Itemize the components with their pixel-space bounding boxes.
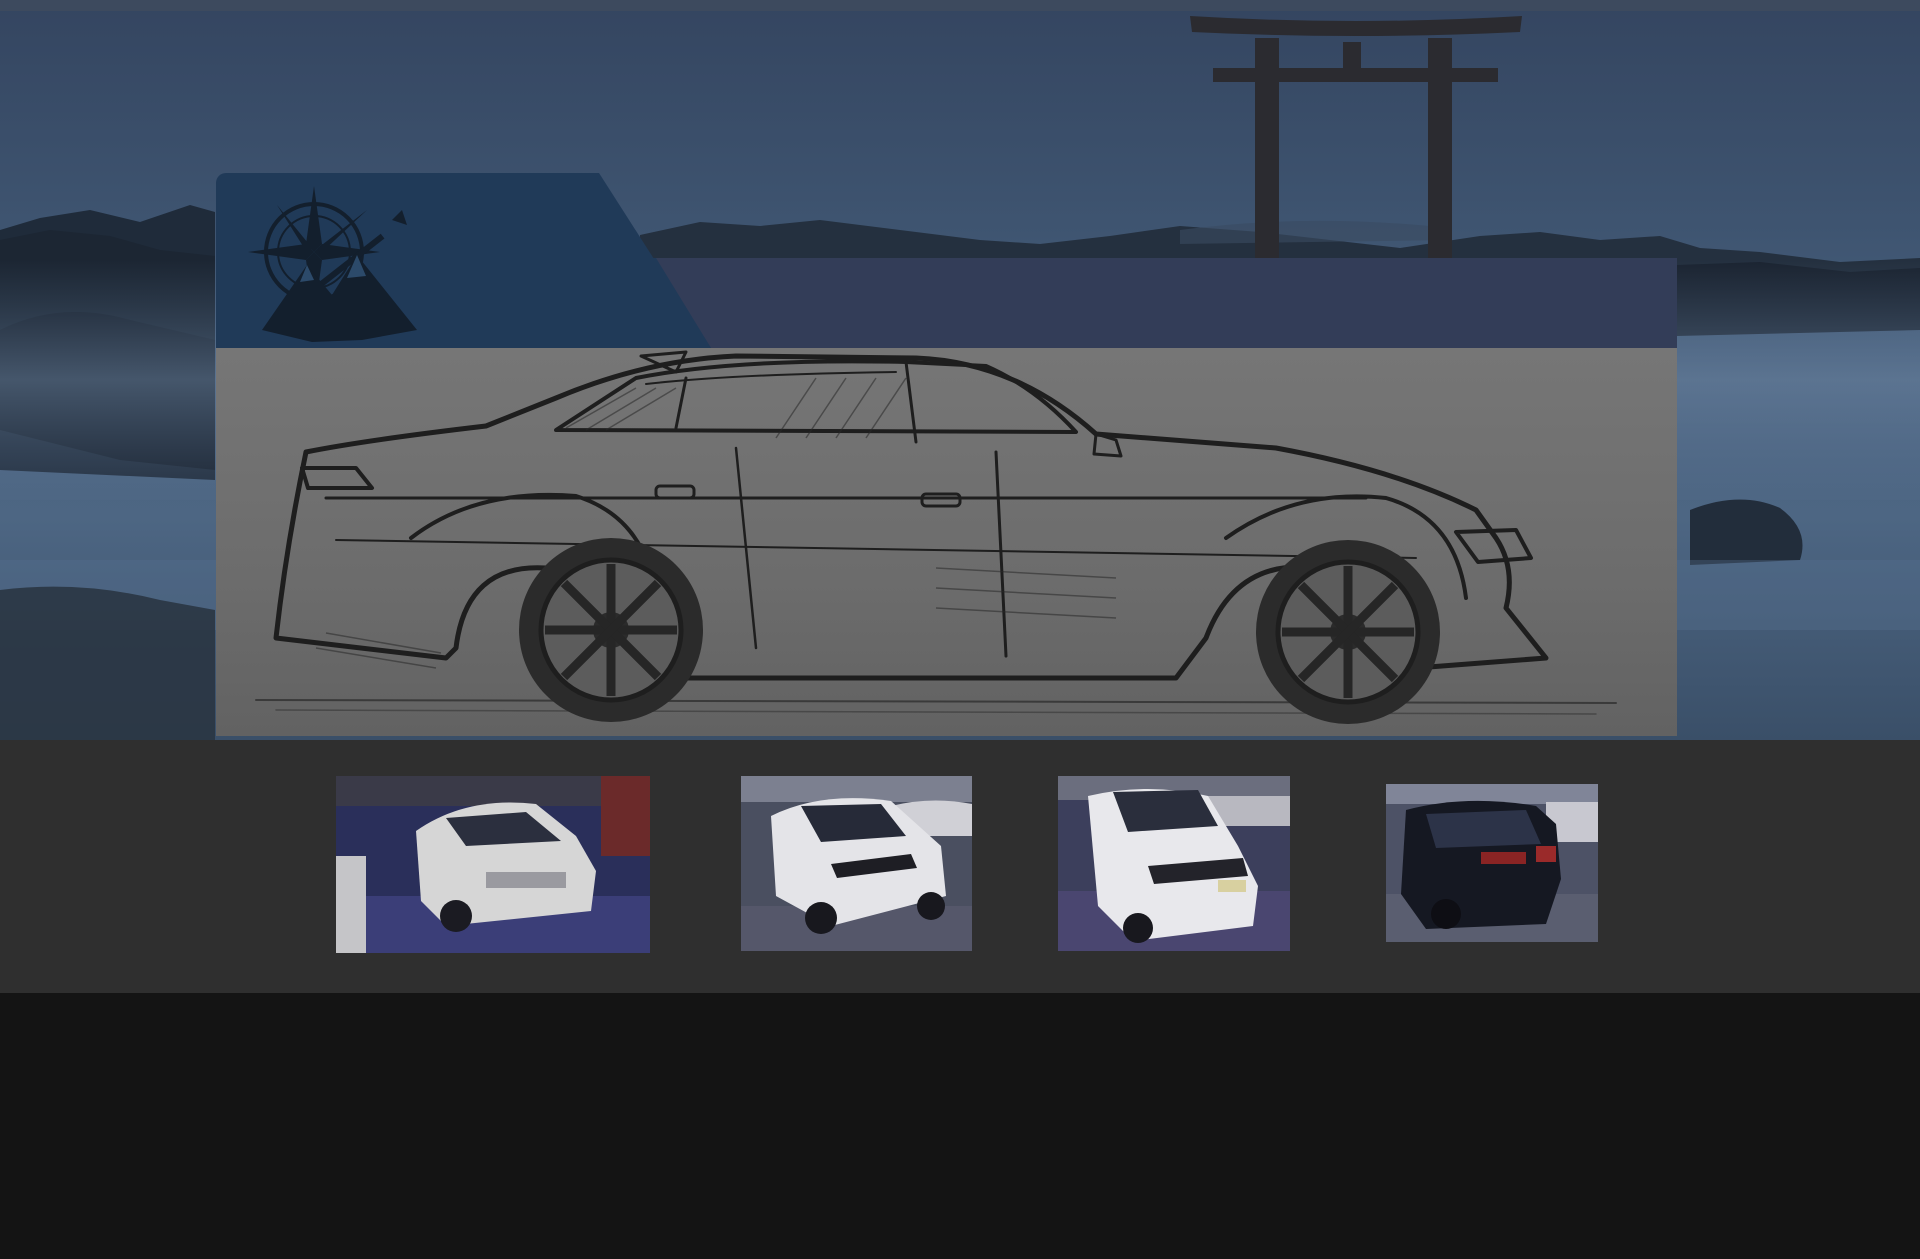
front-wheel — [1256, 540, 1440, 724]
white-compact-suv-photo — [741, 776, 972, 951]
car-sketch-illustration — [216, 348, 1677, 736]
gallery-item[interactable] — [741, 776, 972, 951]
dark-suv-rear-photo — [1386, 784, 1598, 942]
page-footer — [0, 993, 1920, 1259]
rear-wheel — [519, 538, 703, 722]
white-minivan-photo — [1058, 776, 1290, 951]
gallery-item[interactable] — [1058, 776, 1290, 951]
car-gallery — [0, 740, 1920, 993]
top-bar — [0, 0, 1920, 11]
gallery-item[interactable] — [336, 776, 650, 953]
compass-mountain-logo-icon[interactable] — [242, 180, 432, 345]
gallery-item[interactable] — [1386, 784, 1598, 942]
page — [0, 0, 1920, 1259]
white-hatchback-photo — [336, 776, 650, 953]
navigation-bar[interactable] — [650, 258, 1677, 348]
